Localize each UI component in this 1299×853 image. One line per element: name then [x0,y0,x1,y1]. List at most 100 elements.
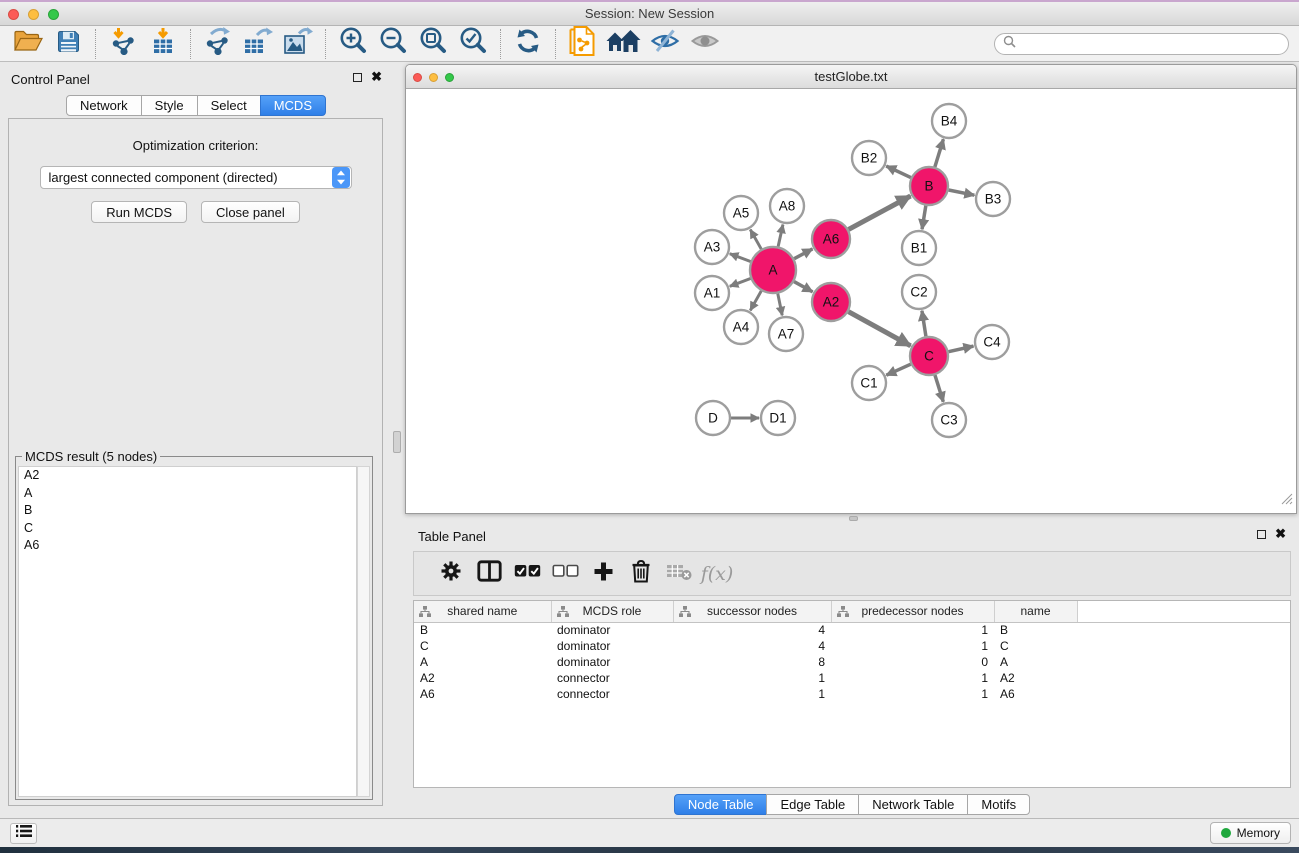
mcds-result-item[interactable]: A6 [19,537,356,555]
tab-edge-table[interactable]: Edge Table [766,794,859,815]
tab-style[interactable]: Style [141,95,198,116]
tab-node-table[interactable]: Node Table [674,794,768,815]
hide-all-columns-unchecked-icon [552,564,579,583]
column-header-shared-name[interactable]: shared name [414,601,551,622]
table-row[interactable]: Adominator80A [414,654,1290,670]
float-panel-icon[interactable] [1257,530,1266,539]
graph-node-B1[interactable]: B1 [902,231,936,265]
zoom-selected-button[interactable] [453,27,493,61]
split-panel-columns-button[interactable] [470,554,508,594]
graph-node-A5[interactable]: A5 [724,196,758,230]
zoom-out-button[interactable] [373,27,413,61]
float-panel-icon[interactable] [353,73,362,82]
criterion-dropdown[interactable]: largest connected component (directed) [40,166,352,189]
mcds-result-item[interactable]: A [19,485,356,503]
home-button[interactable] [603,27,645,61]
mcds-result-item[interactable]: C [19,520,356,538]
graph-node-C3[interactable]: C3 [932,403,966,437]
attribute-settings-gear-button[interactable] [432,554,470,594]
graph-edge-A-A1[interactable] [730,278,751,286]
close-panel-button[interactable]: Close panel [201,201,300,223]
graph-edge-A-A8[interactable] [778,225,783,247]
network-canvas[interactable]: B4 B2 B B3 A8 A5 A6 A3 B1 A A1 C2 A2 A4 A7 C4 C C1 C3 D D1 [408,89,1294,511]
export-network-button[interactable] [198,27,238,61]
graph-edge-C-C2[interactable] [922,311,926,336]
mcds-result-item[interactable]: B [19,502,356,520]
graph-edge-A-A3[interactable] [730,254,751,262]
graph-node-B4[interactable]: B4 [932,104,966,138]
graph-node-C2[interactable]: C2 [902,275,936,309]
graph-edge-B-B4[interactable] [935,139,944,167]
table-row[interactable]: Cdominator41C [414,638,1290,654]
result-list-scrollbar[interactable] [357,466,370,797]
column-header-name[interactable]: name [994,601,1077,622]
zoom-in-button[interactable] [333,27,373,61]
graph-node-A1[interactable]: A1 [695,276,729,310]
graph-node-B3[interactable]: B3 [976,182,1010,216]
tab-select[interactable]: Select [197,95,261,116]
graph-node-D[interactable]: D [696,401,730,435]
zoom-fit-button[interactable] [413,27,453,61]
graph-node-A6[interactable]: A6 [812,220,850,258]
import-table-button[interactable] [143,27,183,61]
graph-edge-C-C3[interactable] [935,375,943,402]
export-table-button[interactable] [238,27,278,61]
graph-node-A8[interactable]: A8 [770,189,804,223]
show-panels-list-button[interactable] [10,823,37,844]
show-all-columns-checked-button[interactable] [508,554,546,594]
delete-column-trash-button[interactable] [622,554,660,594]
table-row[interactable]: A6connector11A6 [414,686,1290,702]
tab-network-table[interactable]: Network Table [858,794,968,815]
tab-mcds[interactable]: MCDS [260,95,326,116]
import-network-button[interactable] [103,27,143,61]
graph-edge-A6-B[interactable] [849,196,911,229]
graph-edge-A-A7[interactable] [778,294,782,316]
table-row[interactable]: Bdominator41B [414,622,1290,638]
graph-node-B2[interactable]: B2 [852,141,886,175]
create-column-plus-button[interactable] [584,554,622,594]
graph-node-C1[interactable]: C1 [852,366,886,400]
vertical-splitter[interactable] [390,63,405,818]
graph-node-B[interactable]: B [910,167,948,205]
memory-button[interactable]: Memory [1210,822,1291,844]
show-display-button[interactable] [685,27,725,61]
graph-node-A2[interactable]: A2 [812,283,850,321]
graph-node-D1[interactable]: D1 [761,401,795,435]
tab-network[interactable]: Network [66,95,142,116]
graph-edge-A-A6[interactable] [794,249,812,259]
tab-motifs[interactable]: Motifs [967,794,1030,815]
graph-edge-B-B3[interactable] [949,190,975,195]
graph-edge-A2-C[interactable] [849,312,911,346]
column-header-MCDS-role[interactable]: MCDS role [551,601,673,622]
graph-node-A[interactable]: A [750,247,796,293]
graph-node-C4[interactable]: C4 [975,325,1009,359]
hide-all-columns-unchecked-button[interactable] [546,554,584,594]
graph-node-A4[interactable]: A4 [724,310,758,344]
graph-node-A7[interactable]: A7 [769,317,803,351]
open-file-button[interactable] [8,27,48,61]
graph-edge-B-B1[interactable] [922,206,926,229]
resize-grip-icon[interactable] [1281,492,1293,510]
close-panel-icon[interactable]: ✖ [1275,529,1286,539]
open-network-document-button[interactable] [563,27,603,61]
graph-edge-C-C1[interactable] [886,364,910,375]
search-input[interactable] [1021,36,1280,52]
mcds-result-item[interactable]: A2 [19,467,356,485]
hide-display-button[interactable] [645,27,685,61]
graph-node-A3[interactable]: A3 [695,230,729,264]
export-image-button[interactable] [278,27,318,61]
graph-edge-A-A2[interactable] [794,282,813,292]
graph-edge-C-C4[interactable] [949,346,974,352]
close-panel-icon[interactable]: ✖ [371,72,382,82]
column-header-predecessor-nodes[interactable]: predecessor nodes [831,601,994,622]
save-session-button[interactable] [48,27,88,61]
column-header-successor-nodes[interactable]: successor nodes [673,601,831,622]
graph-node-C[interactable]: C [910,337,948,375]
graph-edge-A-A5[interactable] [750,230,761,250]
refresh-layout-button[interactable] [508,27,548,61]
splitter-grab-handle[interactable] [393,431,401,453]
run-mcds-button[interactable]: Run MCDS [91,201,187,223]
table-row[interactable]: A2connector11A2 [414,670,1290,686]
graph-edge-B-B2[interactable] [886,166,911,178]
graph-edge-A-A4[interactable] [750,291,761,311]
